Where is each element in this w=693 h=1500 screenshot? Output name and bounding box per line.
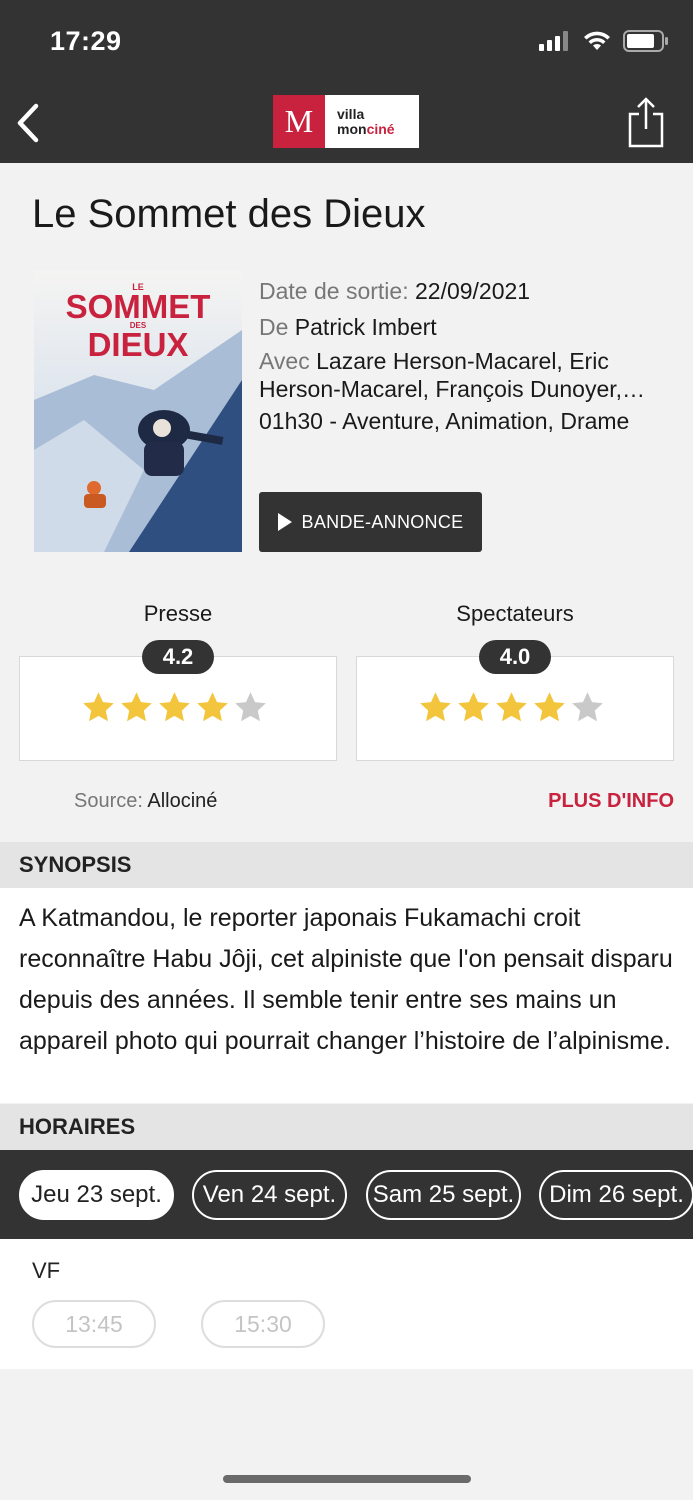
cast-row: Avec Lazare Herson-Macarel, Eric Herson-… <box>259 347 679 403</box>
date-tab-3[interactable]: Dim 26 sept. <box>539 1170 693 1220</box>
status-icons <box>539 30 669 52</box>
status-bar: 17:29 <box>0 0 693 82</box>
nav-bar: M villa monciné <box>0 82 693 163</box>
audience-rating-label: Spectateurs <box>456 601 574 626</box>
back-button[interactable] <box>14 100 44 146</box>
audience-stars <box>418 690 605 725</box>
synopsis-heading: SYNOPSIS <box>0 842 693 888</box>
trailer-button[interactable]: BANDE-ANNONCE <box>259 492 482 552</box>
star-filled-icon <box>83 692 114 722</box>
version-label: VF <box>32 1258 61 1283</box>
date-tab-0[interactable]: Jeu 23 sept. <box>19 1170 174 1220</box>
schedule-heading: HORAIRES <box>0 1104 693 1150</box>
source-label: Source: <box>74 790 143 812</box>
press-score-badge: 4.2 <box>142 640 214 674</box>
synopsis-text: A Katmandou, le reporter japonais Fukama… <box>0 888 693 1103</box>
star-filled-icon <box>159 692 190 722</box>
star-empty-icon <box>235 692 266 722</box>
logo-line2-a: mon <box>337 120 367 137</box>
date-tab-2[interactable]: Sam 25 sept. <box>366 1170 521 1220</box>
movie-poster[interactable]: LE SOMMET DES DIEUX <box>34 270 242 552</box>
director-label: De <box>259 314 289 340</box>
play-icon <box>277 513 292 531</box>
signal-icon <box>539 31 568 51</box>
director-name: Patrick Imbert <box>294 314 437 340</box>
wifi-icon <box>584 31 610 50</box>
logo-line2-b: ciné <box>366 120 395 137</box>
cast-label: Avec <box>259 348 310 374</box>
status-time: 17:29 <box>50 26 122 56</box>
poster-title-line4: DIEUX <box>87 326 189 363</box>
showtime-button-0[interactable]: 13:45 <box>32 1300 156 1348</box>
star-empty-icon <box>572 692 603 722</box>
logo-text: villa monciné <box>337 105 395 137</box>
audience-score-badge: 4.0 <box>479 640 551 674</box>
cast-names: Lazare Herson-Macarel, Eric Herson-Macar… <box>259 348 623 402</box>
logo-line2: monciné <box>337 120 395 137</box>
star-filled-icon <box>420 692 451 722</box>
logo-line1: villa <box>337 105 365 122</box>
movie-info: Date de sortie: 22/09/2021 De Patrick Im… <box>259 273 679 439</box>
press-stars <box>81 690 268 725</box>
press-rating-label: Presse <box>143 601 213 626</box>
movie-title: Le Sommet des Dieux <box>32 192 426 236</box>
star-filled-icon <box>197 692 228 722</box>
release-row: Date de sortie: 22/09/2021 <box>259 273 679 309</box>
star-filled-icon <box>496 692 527 722</box>
rating-source: Source: Allociné <box>74 790 217 813</box>
details-row: 01h30 - Aventure, Animation, Drame <box>259 408 630 434</box>
logo-mark: M <box>273 95 325 148</box>
more-info-link[interactable]: PLUS D'INFO <box>548 790 674 813</box>
star-filled-icon <box>534 692 565 722</box>
star-filled-icon <box>458 692 489 722</box>
star-filled-icon <box>121 692 152 722</box>
chevron-left-icon <box>17 103 39 143</box>
battery-icon <box>623 30 668 52</box>
date-tab-1[interactable]: Ven 24 sept. <box>192 1170 347 1220</box>
poster-title-line2: SOMMET <box>65 288 211 325</box>
share-button[interactable] <box>627 96 665 148</box>
poster-title: LE SOMMET DES DIEUX <box>34 282 242 363</box>
trailer-label: BANDE-ANNONCE <box>301 511 464 532</box>
release-label: Date de sortie: <box>259 278 409 304</box>
share-icon <box>628 97 664 148</box>
home-indicator[interactable] <box>223 1475 471 1483</box>
source-name: Allociné <box>147 790 218 812</box>
director-row: De Patrick Imbert <box>259 309 679 345</box>
showtime-button-1[interactable]: 15:30 <box>201 1300 325 1348</box>
cinema-logo[interactable]: M villa monciné <box>273 95 419 148</box>
showings-panel: VF 13:45 15:30 <box>0 1239 693 1369</box>
date-selector: Jeu 23 sept. Ven 24 sept. Sam 25 sept. D… <box>0 1150 693 1239</box>
release-date: 22/09/2021 <box>414 278 531 304</box>
